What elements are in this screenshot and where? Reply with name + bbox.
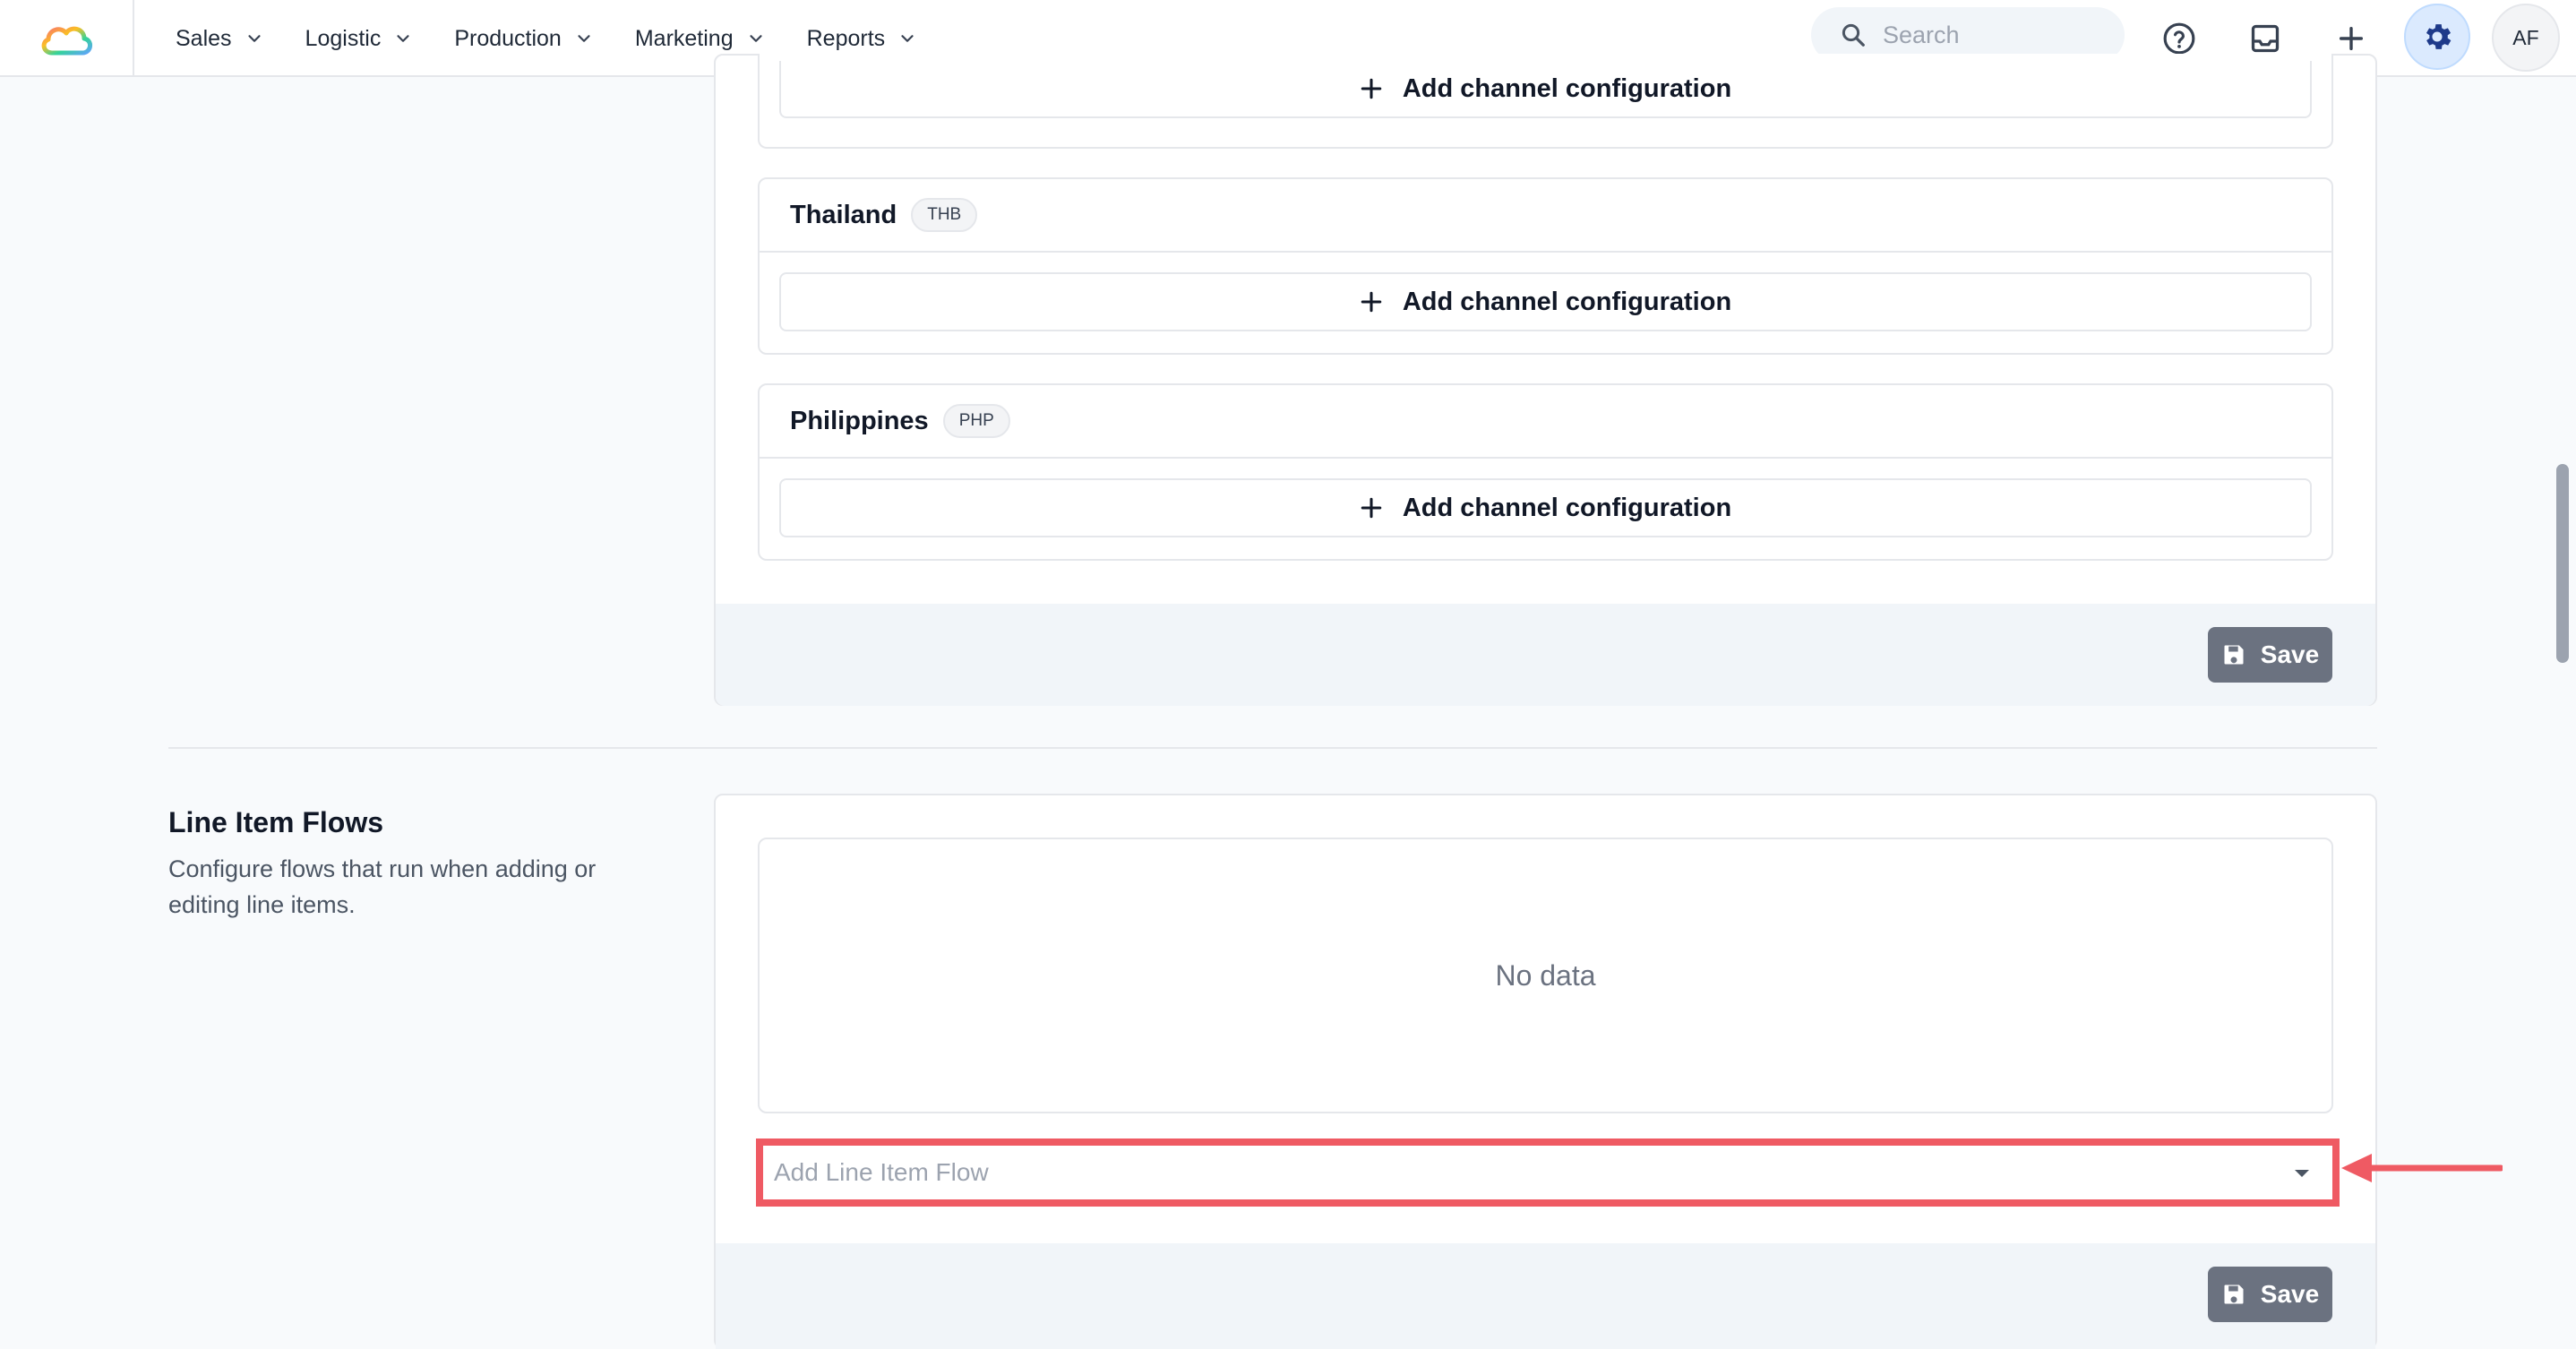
currency-badge: PHP: [942, 404, 1010, 438]
country-name: Thailand: [790, 200, 897, 229]
gear-icon: [2426, 24, 2451, 49]
settings-button[interactable]: [2404, 4, 2470, 70]
add-channel-configuration-button[interactable]: Add channel configuration: [779, 272, 2312, 331]
save-button[interactable]: Save: [2208, 1267, 2332, 1322]
save-icon: [2224, 1285, 2244, 1304]
search-input[interactable]: [1883, 21, 2116, 49]
logo[interactable]: [0, 0, 134, 77]
avatar-initials: AF: [2512, 25, 2539, 49]
save-button-label: Save: [2260, 640, 2320, 668]
plus-icon: [2339, 26, 2364, 51]
nav-production-label: Production: [454, 25, 562, 51]
nav-sales[interactable]: Sales: [176, 0, 264, 77]
avatar[interactable]: AF: [2492, 4, 2560, 72]
section-description: Configure flows that run when adding or …: [168, 855, 597, 918]
empty-state-text: No data: [1495, 958, 1596, 992]
nav-logistic[interactable]: Logistic: [305, 0, 414, 77]
section-divider: [168, 747, 2377, 749]
inbox-icon: [2251, 24, 2280, 53]
add-channel-configuration-button[interactable]: Add channel configuration: [779, 61, 2312, 118]
country-card: Add channel configuration: [758, 54, 2333, 149]
country-card-header: Philippines PHP: [760, 385, 2331, 459]
search-icon: [1842, 23, 1865, 47]
add-channel-label: Add channel configuration: [1402, 493, 1732, 522]
add-channel-label: Add channel configuration: [1402, 73, 1732, 103]
currency-badge: THB: [911, 198, 978, 232]
plus-icon: [1361, 291, 1382, 313]
arrow-left-icon: [2341, 1154, 2503, 1182]
country-name: Philippines: [790, 406, 929, 435]
nav-sales-label: Sales: [176, 25, 232, 51]
save-button-label: Save: [2260, 1280, 2320, 1308]
chevron-down-icon: [247, 35, 261, 42]
empty-state: No data: [758, 838, 2333, 1113]
section-title: Line Item Flows: [168, 806, 384, 838]
save-icon: [2224, 645, 2244, 665]
channel-configuration-panel: Save: [714, 54, 2377, 706]
plus-icon: [1361, 78, 1382, 99]
panel-footer: Save: [716, 1243, 2375, 1349]
add-channel-configuration-button[interactable]: Add channel configuration: [779, 478, 2312, 537]
country-card-thailand: Thailand THB Add channel configuration: [758, 177, 2333, 355]
add-channel-label: Add channel configuration: [1402, 287, 1732, 316]
chevron-down-icon: [578, 35, 590, 42]
panel-footer: Save: [716, 604, 2375, 706]
chevron-down-icon: [901, 35, 914, 42]
help-icon: [2163, 22, 2195, 55]
chevron-down-icon: [750, 35, 762, 42]
country-card-header: Thailand THB: [760, 179, 2331, 253]
nav-production[interactable]: Production: [454, 0, 594, 77]
scrollbar-thumb[interactable]: [2556, 464, 2569, 663]
country-card-philippines: Philippines PHP Add channel configuratio…: [758, 383, 2333, 561]
save-button[interactable]: Save: [2208, 627, 2332, 683]
nav-logistic-label: Logistic: [305, 25, 382, 51]
highlight-annotation: [756, 1138, 2340, 1207]
nav-reports-label: Reports: [806, 25, 886, 51]
chevron-down-icon: [397, 35, 409, 42]
cloud-logo-icon: [41, 26, 92, 56]
plus-icon: [1361, 497, 1382, 519]
nav-marketing-label: Marketing: [634, 25, 734, 51]
